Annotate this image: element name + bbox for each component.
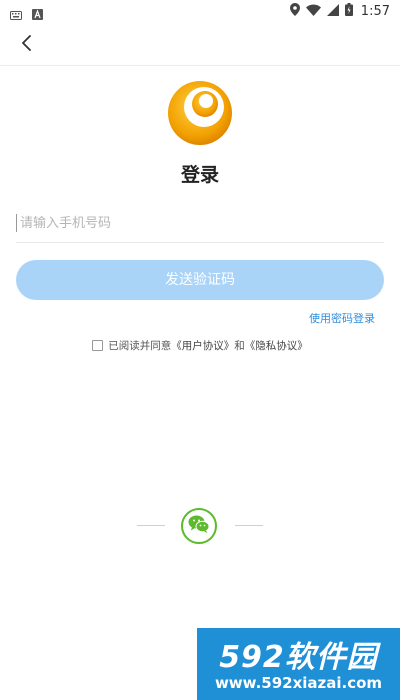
battery-icon [344, 3, 353, 20]
page-title: 登录 [180, 164, 219, 186]
agreement-and: 和 [234, 340, 245, 352]
agreement-prefix: 已阅读并同意 [108, 340, 172, 352]
back-button[interactable] [14, 32, 40, 58]
divider-left [137, 525, 165, 526]
keyboard-icon [10, 5, 22, 24]
status-bar: 1:57 [0, 0, 400, 24]
agreement-row: 已阅读并同意 《用户协议》 和 《隐私协议》 [0, 338, 400, 353]
send-code-button[interactable]: 发送验证码 [16, 260, 384, 300]
site-watermark: 592软件园 www.592xiazai.com [197, 628, 400, 700]
signal-icon [326, 3, 339, 20]
status-right: 1:57 [289, 3, 390, 20]
location-icon [289, 3, 300, 20]
text-cursor [16, 214, 17, 232]
status-left [10, 5, 43, 24]
nav-bar [0, 24, 400, 66]
agreement-checkbox[interactable] [92, 340, 104, 351]
chevron-left-icon [20, 35, 34, 55]
watermark-brand: 592软件园 [219, 640, 378, 675]
watermark-url: www.592xiazai.com [214, 674, 383, 692]
text-a-icon [32, 5, 43, 24]
phone-number-input[interactable] [16, 205, 384, 243]
status-time: 1:57 [360, 4, 390, 19]
wifi-icon [305, 4, 321, 20]
wechat-icon [188, 514, 210, 538]
user-agreement-link[interactable]: 《用户协议》 [171, 338, 234, 353]
privacy-agreement-link[interactable]: 《隐私协议》 [245, 338, 308, 353]
wechat-login-button[interactable] [181, 508, 217, 544]
password-login-link[interactable]: 使用密码登录 [309, 310, 375, 326]
divider-right [235, 525, 263, 526]
third-party-login [0, 508, 400, 544]
app-logo [167, 80, 233, 146]
